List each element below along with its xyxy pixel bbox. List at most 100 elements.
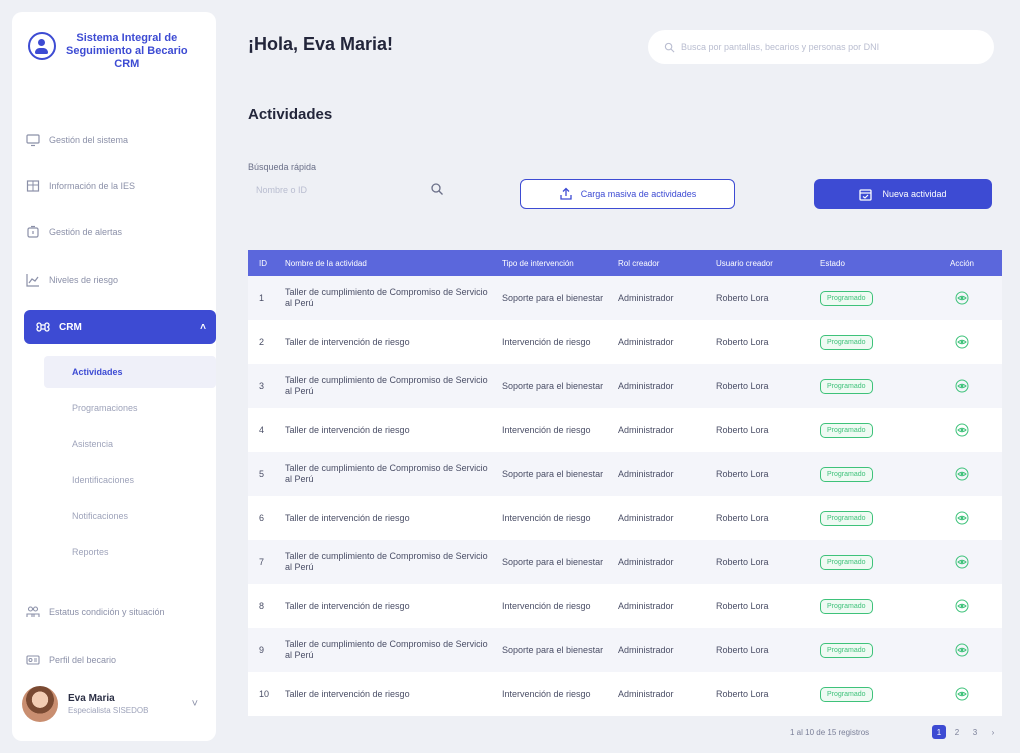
cell-user: Roberto Lora bbox=[716, 469, 769, 479]
column-header-name[interactable]: Nombre de la actividad bbox=[285, 258, 502, 269]
eye-icon[interactable] bbox=[955, 599, 969, 613]
cell-user: Roberto Lora bbox=[716, 557, 769, 567]
brand-line1: Sistema Integral de bbox=[76, 32, 178, 44]
page-title: Actividades bbox=[248, 106, 333, 123]
eye-icon[interactable] bbox=[955, 379, 969, 393]
cell-id: 9 bbox=[259, 645, 265, 655]
chevron-down-icon[interactable]: ˅ bbox=[192, 698, 198, 710]
user-role: Especialista SISEDOB bbox=[68, 706, 149, 715]
cell-type: Soporte para el bienestar bbox=[502, 644, 604, 655]
table-header: ID Nombre de la actividad Tipo de interv… bbox=[248, 250, 1002, 276]
cell-rol: Administrador bbox=[618, 293, 674, 303]
cell-state: Programado bbox=[820, 598, 922, 614]
cell-rol: Administrador bbox=[618, 425, 674, 435]
cell-type: Soporte para el bienestar bbox=[502, 468, 604, 479]
sidebar: Sistema Integral de Seguimiento al Becar… bbox=[12, 12, 216, 741]
column-header-rol[interactable]: Rol creador bbox=[618, 259, 716, 268]
column-header-type[interactable]: Tipo de intervención bbox=[502, 258, 618, 269]
person-logo-icon bbox=[28, 32, 56, 60]
sidebar-item-gestion-sistema[interactable]: Gestión del sistema bbox=[26, 126, 202, 154]
cell-type: Soporte para el bienestar bbox=[502, 556, 604, 567]
column-header-id[interactable]: ID bbox=[248, 259, 285, 268]
id-card-icon bbox=[26, 655, 40, 665]
chevron-right-icon[interactable]: › bbox=[986, 725, 1000, 739]
search-icon[interactable] bbox=[430, 182, 444, 196]
cell-user: Roberto Lora bbox=[716, 293, 769, 303]
column-header-state[interactable]: Estado bbox=[820, 259, 922, 268]
table-row[interactable]: 6 Taller de intervención de riesgo Interve… bbox=[248, 496, 1002, 540]
submenu-item-actividades[interactable]: Actividades bbox=[44, 356, 216, 388]
bulk-upload-button[interactable]: Carga masiva de actividades bbox=[520, 179, 735, 209]
cell-action bbox=[922, 555, 1002, 569]
quick-search-input[interactable]: Nombre o ID bbox=[256, 176, 444, 204]
table-row[interactable]: 4 Taller de intervención de riesgo Interve… bbox=[248, 408, 1002, 452]
sidebar-item-label: Gestión del sistema bbox=[49, 135, 129, 145]
table-row[interactable]: 7 Taller de cumplimiento de Compromiso de… bbox=[248, 540, 1002, 584]
page-button-2[interactable]: 2 bbox=[950, 725, 964, 739]
cell-rol: Administrador bbox=[618, 557, 674, 567]
search-icon bbox=[664, 42, 675, 52]
cell-action bbox=[922, 291, 1002, 305]
brand[interactable]: Sistema Integral de Seguimiento al Becar… bbox=[28, 32, 208, 71]
table-row[interactable]: 3 Taller de cumplimiento de Compromiso de… bbox=[248, 364, 1002, 408]
table-row[interactable]: 2 Taller de intervención de riesgo Interve… bbox=[248, 320, 1002, 364]
pagination-pages: 1 2 3 › bbox=[932, 725, 1004, 739]
eye-icon[interactable] bbox=[955, 687, 969, 701]
user-profile[interactable]: Eva Maria Especialista SISEDOB ˅ bbox=[22, 684, 198, 724]
eye-icon[interactable] bbox=[955, 511, 969, 525]
submenu-item-programaciones[interactable]: Programaciones bbox=[44, 392, 216, 424]
global-search-input[interactable]: Busca por pantallas, becarios y personas… bbox=[648, 30, 994, 64]
sidebar-item-estatus[interactable]: Estatus condición y situación bbox=[26, 598, 202, 626]
sidebar-item-perfil-becario[interactable]: Perfil del becario bbox=[26, 646, 202, 674]
quick-search-placeholder: Nombre o ID bbox=[256, 185, 308, 195]
sidebar-item-gestion-alertas[interactable]: Gestión de alertas bbox=[26, 218, 202, 246]
eye-icon[interactable] bbox=[955, 423, 969, 437]
new-activity-button[interactable]: Nueva actividad bbox=[814, 179, 992, 209]
status-badge: Programado bbox=[820, 642, 873, 658]
command-icon bbox=[36, 322, 50, 332]
eye-icon[interactable] bbox=[955, 467, 969, 481]
table-row[interactable]: 5 Taller de cumplimiento de Compromiso de… bbox=[248, 452, 1002, 496]
page-button-3[interactable]: 3 bbox=[968, 725, 982, 739]
cell-action bbox=[922, 599, 1002, 613]
cell-type: Intervención de riesgo bbox=[502, 424, 591, 435]
table-row[interactable]: 9 Taller de cumplimiento de Compromiso de… bbox=[248, 628, 1002, 672]
submenu-item-reportes[interactable]: Reportes bbox=[44, 536, 216, 568]
cell-id: 5 bbox=[259, 469, 265, 479]
brand-line3: CRM bbox=[114, 58, 140, 70]
brand-line2: Seguimiento al Becario bbox=[66, 45, 188, 57]
cell-name: Taller de cumplimiento de Compromiso de … bbox=[285, 375, 488, 396]
eye-icon[interactable] bbox=[955, 643, 969, 657]
column-header-action: Acción bbox=[949, 258, 974, 268]
table-row[interactable]: 10 Taller de intervención de riesgo Interv… bbox=[248, 672, 1002, 716]
cell-action bbox=[922, 379, 1002, 393]
sidebar-item-label: Información de la IES bbox=[49, 181, 136, 191]
submenu-item-notificaciones[interactable]: Notificaciones bbox=[44, 500, 216, 532]
cell-name: Taller de intervención de riesgo bbox=[285, 336, 410, 347]
cell-state: Programado bbox=[820, 378, 922, 394]
monitor-icon bbox=[26, 134, 40, 147]
sidebar-item-informacion-ies[interactable]: Información de la IES bbox=[26, 172, 202, 200]
cell-name: Taller de intervención de riesgo bbox=[285, 512, 410, 523]
avatar bbox=[22, 686, 58, 722]
sidebar-item-crm[interactable]: CRM ˄ bbox=[24, 310, 216, 344]
page-button-1[interactable]: 1 bbox=[932, 725, 946, 739]
eye-icon[interactable] bbox=[955, 555, 969, 569]
eye-icon[interactable] bbox=[955, 291, 969, 305]
sidebar-item-niveles-riesgo[interactable]: Niveles de riesgo bbox=[26, 266, 202, 294]
submenu-item-identificaciones[interactable]: Identificaciones bbox=[44, 464, 216, 496]
table-row[interactable]: 8 Taller de intervención de riesgo Interve… bbox=[248, 584, 1002, 628]
cell-state: Programado bbox=[820, 686, 922, 702]
cell-action bbox=[922, 335, 1002, 349]
cell-rol: Administrador bbox=[618, 689, 674, 699]
column-header-user[interactable]: Usuario creador bbox=[716, 259, 820, 268]
table-body: 1 Taller de cumplimiento de Compromiso de… bbox=[248, 276, 1002, 716]
cell-rol: Administrador bbox=[618, 381, 674, 391]
cell-id: 3 bbox=[259, 381, 265, 391]
eye-icon[interactable] bbox=[955, 335, 969, 349]
user-info: Eva Maria Especialista SISEDOB bbox=[68, 693, 148, 715]
submenu-item-asistencia[interactable]: Asistencia bbox=[44, 428, 216, 460]
upload-icon bbox=[560, 187, 572, 200]
table-row[interactable]: 1 Taller de cumplimiento de Compromiso de… bbox=[248, 276, 1002, 320]
cell-id: 6 bbox=[259, 513, 265, 523]
